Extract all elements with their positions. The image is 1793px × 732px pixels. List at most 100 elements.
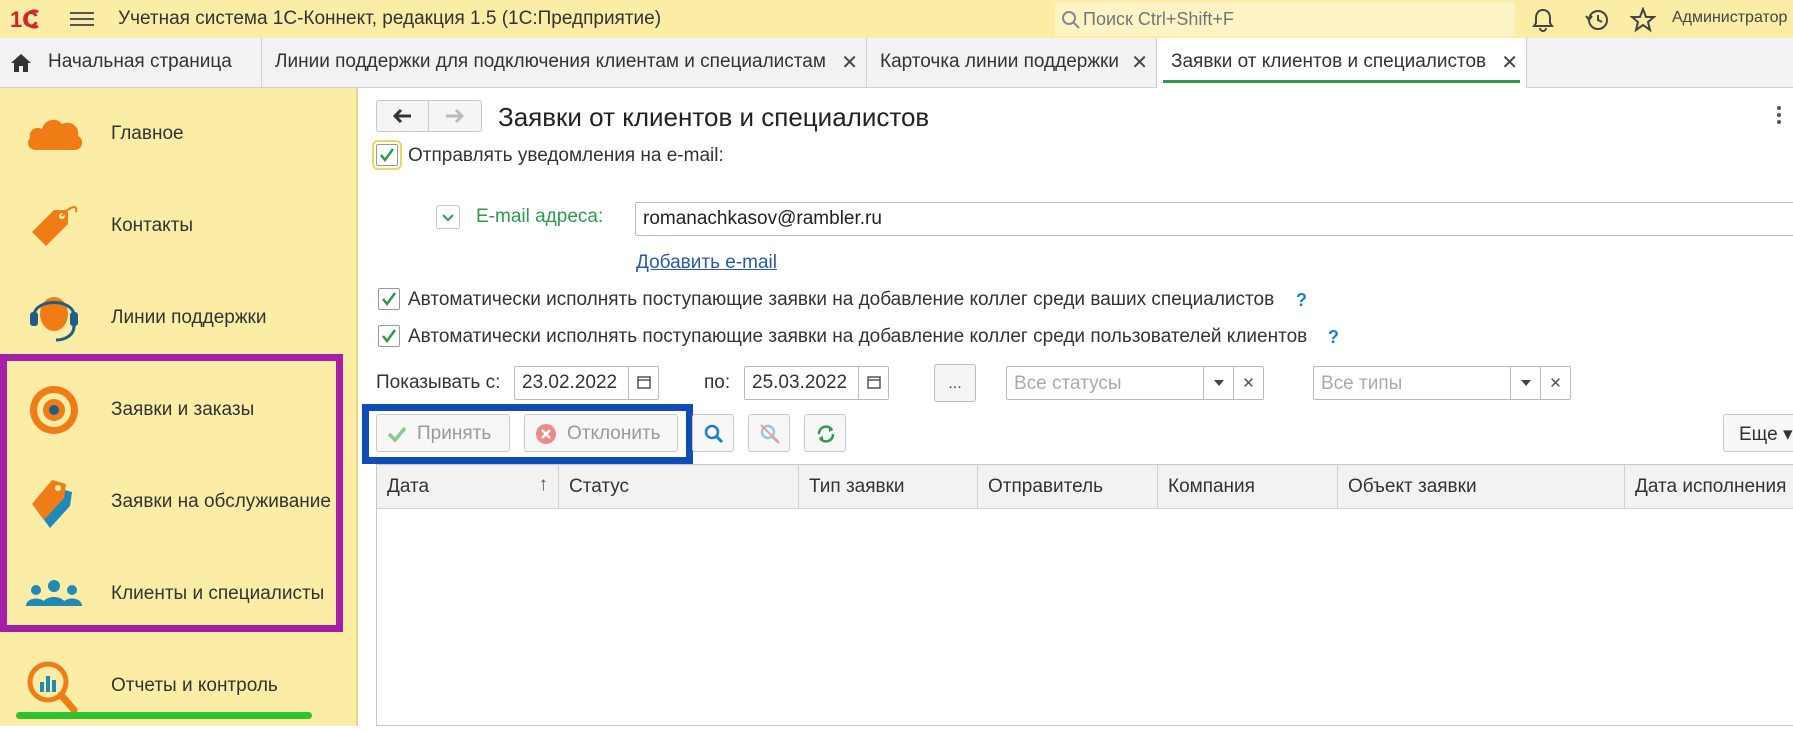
tab-label: Карточка линии поддержки — [880, 51, 1119, 72]
sidebar-item-main[interactable]: Главное — [0, 88, 356, 180]
column-header-date[interactable]: Дата ↑ — [377, 465, 559, 508]
headset-icon — [30, 297, 78, 342]
checkmark-icon — [380, 148, 395, 163]
more-actions-icon[interactable] — [1777, 106, 1783, 126]
chart-magnifier-icon — [27, 661, 78, 714]
chevron-down-icon: ▾ — [1782, 424, 1793, 445]
sidebar-item-label: Линии поддержки — [111, 307, 267, 328]
type-select[interactable]: Все типы ✕ — [1313, 366, 1571, 400]
find-button[interactable] — [692, 414, 734, 452]
bell-icon[interactable] — [1530, 7, 1556, 33]
history-nav — [376, 100, 482, 132]
forward-button[interactable] — [430, 101, 482, 131]
back-button[interactable] — [377, 101, 429, 131]
highlight-underline — [16, 712, 312, 719]
period-select-button[interactable]: ... — [934, 364, 976, 402]
more-menu-button[interactable]: Еще ▾ — [1723, 414, 1793, 452]
auto-clients-checkbox[interactable] — [378, 325, 400, 347]
tab-bar: Начальная страница Линии поддержки для п… — [0, 38, 1793, 88]
status-dropdown-button[interactable] — [1203, 367, 1233, 399]
refresh-button[interactable] — [804, 414, 846, 452]
close-icon[interactable]: ✕ — [1501, 50, 1518, 75]
home-icon — [11, 54, 31, 72]
date-to-field[interactable]: 25.03.2022 — [744, 366, 889, 400]
dropdown-arrow-icon — [1214, 380, 1224, 386]
date-from-value: 23.02.2022 — [522, 372, 618, 393]
column-header-request-type[interactable]: Тип заявки — [799, 465, 978, 508]
column-header-status[interactable]: Статус — [559, 465, 799, 508]
main-menu-icon[interactable] — [70, 9, 94, 29]
column-header-company[interactable]: Компания — [1158, 465, 1338, 508]
status-select[interactable]: Все статусы ✕ — [1006, 366, 1264, 400]
auto-clients-label: Автоматически исполнять поступающие заяв… — [408, 326, 1308, 347]
sidebar-item-label: Контакты — [111, 215, 194, 236]
email-addresses-label: E-mail адреса: — [476, 206, 604, 227]
table-header: Дата ↑ Статус Тип заявки Отправитель Ком… — [377, 465, 1793, 509]
star-icon[interactable] — [1630, 7, 1656, 33]
accept-button-label: Принять — [417, 423, 492, 444]
refresh-icon — [817, 425, 835, 443]
search-icon — [1062, 11, 1080, 29]
cancel-search-button[interactable] — [748, 414, 790, 452]
tab-home[interactable]: Начальная страница — [0, 38, 262, 88]
date-from-calendar-button[interactable] — [628, 367, 658, 399]
close-icon[interactable]: ✕ — [1131, 50, 1148, 75]
history-icon[interactable] — [1584, 7, 1610, 33]
arrow-right-icon — [446, 108, 465, 124]
status-placeholder: Все статусы — [1014, 373, 1122, 394]
tab-requests[interactable]: Заявки от клиентов и специалистов ✕ — [1157, 38, 1527, 88]
active-tab-indicator — [1163, 80, 1520, 83]
tab-support-line-card[interactable]: Карточка линии поддержки ✕ — [867, 38, 1157, 88]
more-label: Еще — [1739, 424, 1778, 445]
collapse-emails-button[interactable] — [436, 205, 460, 229]
checkmark-icon — [387, 426, 407, 443]
decline-button[interactable]: Отклонить — [524, 414, 678, 452]
main-panel: Заявки от клиентов и специалистов Отправ… — [360, 88, 1793, 726]
tab-label: Начальная страница — [48, 51, 232, 72]
checkmark-icon — [382, 292, 397, 307]
help-icon[interactable]: ? — [1328, 327, 1339, 348]
sidebar-item-contacts[interactable]: Контакты — [0, 180, 356, 272]
decline-button-label: Отклонить — [567, 423, 661, 444]
checkmark-icon — [382, 329, 397, 344]
date-from-field[interactable]: 23.02.2022 — [514, 366, 659, 400]
page-title: Заявки от клиентов и специалистов — [498, 102, 930, 132]
tag-icon — [32, 206, 78, 246]
dropdown-arrow-icon — [1521, 380, 1531, 386]
tab-support-lines[interactable]: Линии поддержки для подключения клиентам… — [262, 38, 867, 88]
user-name[interactable]: Администратор — [1672, 9, 1787, 27]
column-header-completion-date[interactable]: Дата исполнения — [1625, 465, 1793, 508]
help-icon[interactable]: ? — [1296, 290, 1307, 311]
accept-button[interactable]: Принять — [376, 414, 510, 452]
auto-specialists-checkbox[interactable] — [378, 288, 400, 310]
search-icon — [704, 424, 724, 444]
chevron-down-icon — [442, 214, 454, 222]
status-clear-button[interactable]: ✕ — [1233, 367, 1263, 399]
highlight-box-requests — [0, 354, 343, 632]
close-icon[interactable]: ✕ — [841, 50, 858, 75]
type-clear-button[interactable]: ✕ — [1540, 367, 1570, 399]
sort-ascending-icon: ↑ — [538, 474, 549, 495]
type-dropdown-button[interactable] — [1510, 367, 1540, 399]
email-field[interactable] — [635, 202, 1793, 236]
show-from-label: Показывать с: — [376, 372, 501, 393]
calendar-icon — [637, 376, 651, 389]
sidebar-item-support-lines[interactable]: Линии поддержки — [0, 272, 356, 364]
column-header-sender[interactable]: Отправитель — [978, 465, 1158, 508]
calendar-icon — [867, 376, 881, 389]
global-search[interactable] — [1055, 2, 1515, 36]
search-input[interactable] — [1083, 6, 1503, 32]
cancel-circle-icon — [536, 424, 556, 444]
to-label: по: — [704, 372, 731, 393]
column-header-request-object[interactable]: Объект заявки — [1338, 465, 1625, 508]
requests-table[interactable]: Дата ↑ Статус Тип заявки Отправитель Ком… — [376, 464, 1793, 726]
1c-logo[interactable]: 1С — [8, 6, 56, 32]
auto-specialists-label: Автоматически исполнять поступающие заяв… — [408, 289, 1275, 310]
date-to-calendar-button[interactable] — [858, 367, 888, 399]
tab-label: Линии поддержки для подключения клиентам… — [275, 51, 826, 72]
arrow-left-icon — [392, 108, 411, 124]
notify-email-checkbox[interactable] — [372, 140, 402, 170]
add-email-link[interactable]: Добавить e-mail — [636, 252, 777, 274]
tab-label: Заявки от клиентов и специалистов — [1171, 51, 1487, 72]
notify-email-label: Отправлять уведомления на e-mail: — [408, 145, 724, 166]
